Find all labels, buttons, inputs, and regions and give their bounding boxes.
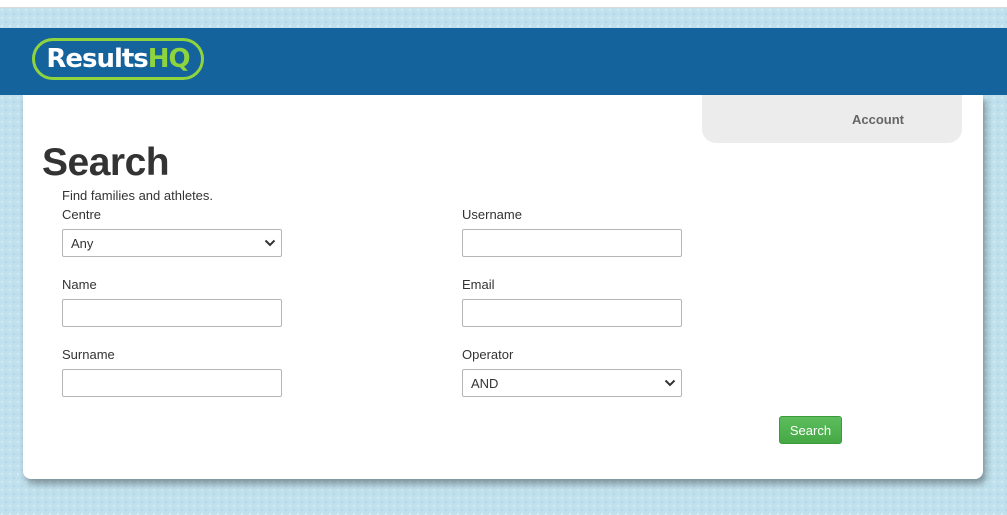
username-label: Username (462, 207, 522, 222)
account-tab: Account (702, 95, 962, 143)
search-button[interactable]: Search (779, 416, 842, 444)
account-link[interactable]: Account (852, 112, 904, 127)
centre-select-value: Any (71, 236, 94, 251)
page-title: Search (42, 141, 170, 184)
logo-text-hq: HQ (147, 44, 191, 74)
logo-text-results: Results (46, 44, 148, 74)
surname-input[interactable] (62, 369, 282, 397)
search-card: Account Search Find families and athlete… (23, 95, 983, 479)
resultshq-logo[interactable]: Results HQ (32, 38, 204, 80)
operator-label: Operator (462, 347, 514, 362)
name-label: Name (62, 277, 97, 292)
page-subtitle: Find families and athletes. (62, 188, 214, 203)
site-header: Results HQ (0, 28, 1007, 95)
operator-select-value: AND (471, 376, 499, 391)
centre-label: Centre (62, 207, 102, 222)
email-label: Email (462, 277, 495, 292)
operator-select[interactable]: AND (462, 369, 682, 397)
centre-select[interactable]: Any (62, 229, 282, 257)
browser-top-strip (0, 0, 1007, 8)
name-input[interactable] (62, 299, 282, 327)
surname-label: Surname (62, 347, 115, 362)
username-input[interactable] (462, 229, 682, 257)
chevron-down-icon (664, 379, 676, 387)
chevron-down-icon (264, 239, 276, 247)
email-input[interactable] (462, 299, 682, 327)
